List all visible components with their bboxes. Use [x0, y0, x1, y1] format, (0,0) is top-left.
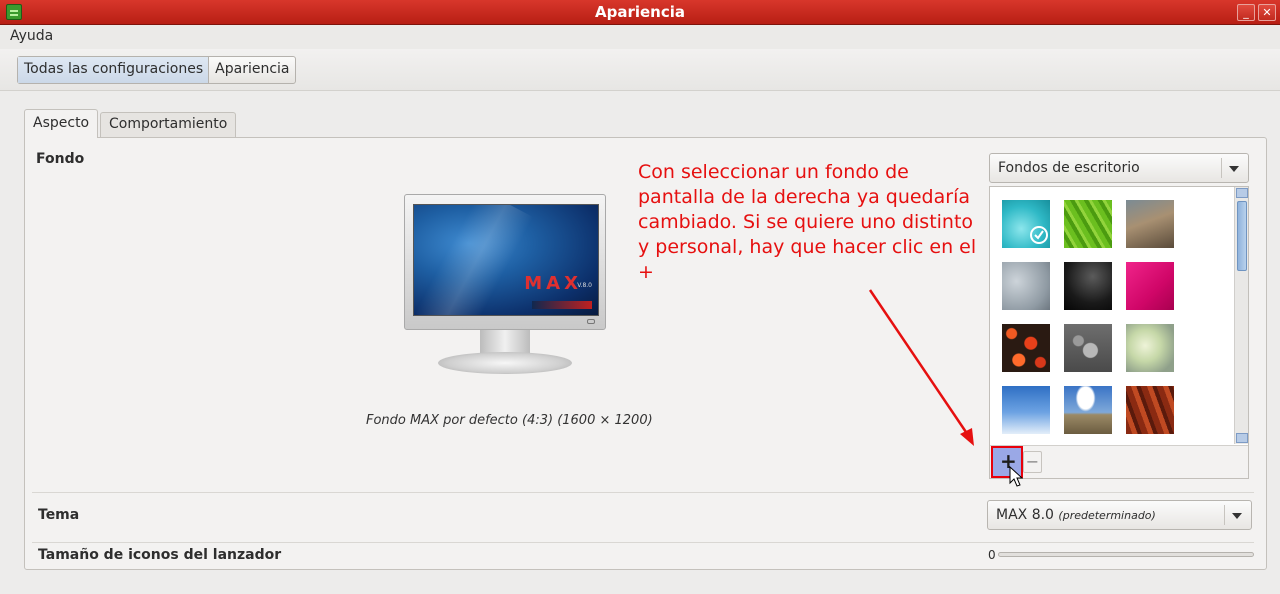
mouse-cursor-icon [1009, 466, 1023, 487]
wallpaper-thumb-red-flowers[interactable] [1002, 324, 1050, 372]
window-title: Apariencia [594, 3, 685, 21]
preview-caption: Fondo MAX por defecto (4:3) (1600 × 1200… [366, 413, 653, 428]
max-logo: MAX [524, 273, 582, 294]
wallpaper-thumb-cyan-water[interactable] [1002, 200, 1050, 248]
wallpaper-preview: MAX V.8.0 [404, 194, 606, 330]
wallpaper-source-value: Fondos de escritorio [998, 160, 1140, 176]
minimize-button[interactable]: _ [1237, 4, 1255, 21]
wallpaper-thumb-water-drops[interactable] [1064, 324, 1112, 372]
breadcrumb: Todas las configuraciones Apariencia [17, 56, 296, 84]
power-led-icon [587, 319, 595, 324]
theme-default-note: (predeterminado) [1058, 509, 1156, 522]
launcher-icon-size-slider[interactable] [998, 552, 1254, 557]
remove-wallpaper-button[interactable]: − [1023, 451, 1042, 473]
wallpaper-thumb-red-canyon[interactable] [1126, 386, 1174, 434]
theme-section-label: Tema [38, 507, 80, 523]
launcher-icon-size-value: 0 [988, 548, 996, 562]
breadcrumb-appearance[interactable]: Apariencia [209, 57, 294, 83]
window-titlebar: Apariencia _ ✕ [0, 0, 1280, 25]
wallpaper-thumb-dark-feather[interactable] [1064, 262, 1112, 310]
chevron-down-icon [1232, 513, 1242, 519]
wallpaper-thumb-magenta[interactable] [1126, 262, 1174, 310]
menu-help[interactable]: Ayuda [10, 28, 53, 44]
background-section-label: Fondo [36, 151, 85, 167]
menubar: Ayuda [0, 25, 1280, 49]
tab-aspecto[interactable]: Aspecto [24, 109, 99, 138]
wallpaper-thumb-road-cloud[interactable] [1064, 386, 1112, 434]
preview-screen: MAX V.8.0 [413, 204, 599, 316]
wallpaper-thumb-grass-macro[interactable] [1126, 200, 1174, 248]
max-version: V.8.0 [577, 282, 592, 289]
theme-name: MAX 8.0 [996, 507, 1054, 523]
theme-combo[interactable]: MAX 8.0 (predeterminado) [987, 500, 1252, 530]
chevron-down-icon [1229, 166, 1239, 172]
wallpaper-source-combo[interactable]: Fondos de escritorio [989, 153, 1249, 183]
wallpaper-thumb-grey-drops[interactable] [1002, 262, 1050, 310]
annotation-arrow-icon [868, 289, 974, 446]
wallpaper-thumb-soft-light[interactable] [1126, 324, 1174, 372]
wallpaper-scrollbar[interactable] [1234, 187, 1248, 444]
annotation-text: Con seleccionar un fondo de pantalla de … [638, 161, 977, 283]
toolbar: Todas las configuraciones Apariencia [0, 49, 1280, 91]
launcher-icon-size-label: Tamaño de iconos del lanzador [38, 547, 282, 563]
breadcrumb-all-settings[interactable]: Todas las configuraciones [18, 57, 210, 83]
wallpaper-thumb-blue-sky[interactable] [1002, 386, 1050, 434]
close-button[interactable]: ✕ [1258, 4, 1276, 21]
selected-check-icon [1030, 226, 1048, 244]
monitor-base [438, 352, 572, 374]
theme-value: MAX 8.0 (predeterminado) [996, 507, 1156, 523]
tab-comportamiento[interactable]: Comportamiento [100, 112, 237, 137]
wallpaper-thumb-green-leaf[interactable] [1064, 200, 1112, 248]
